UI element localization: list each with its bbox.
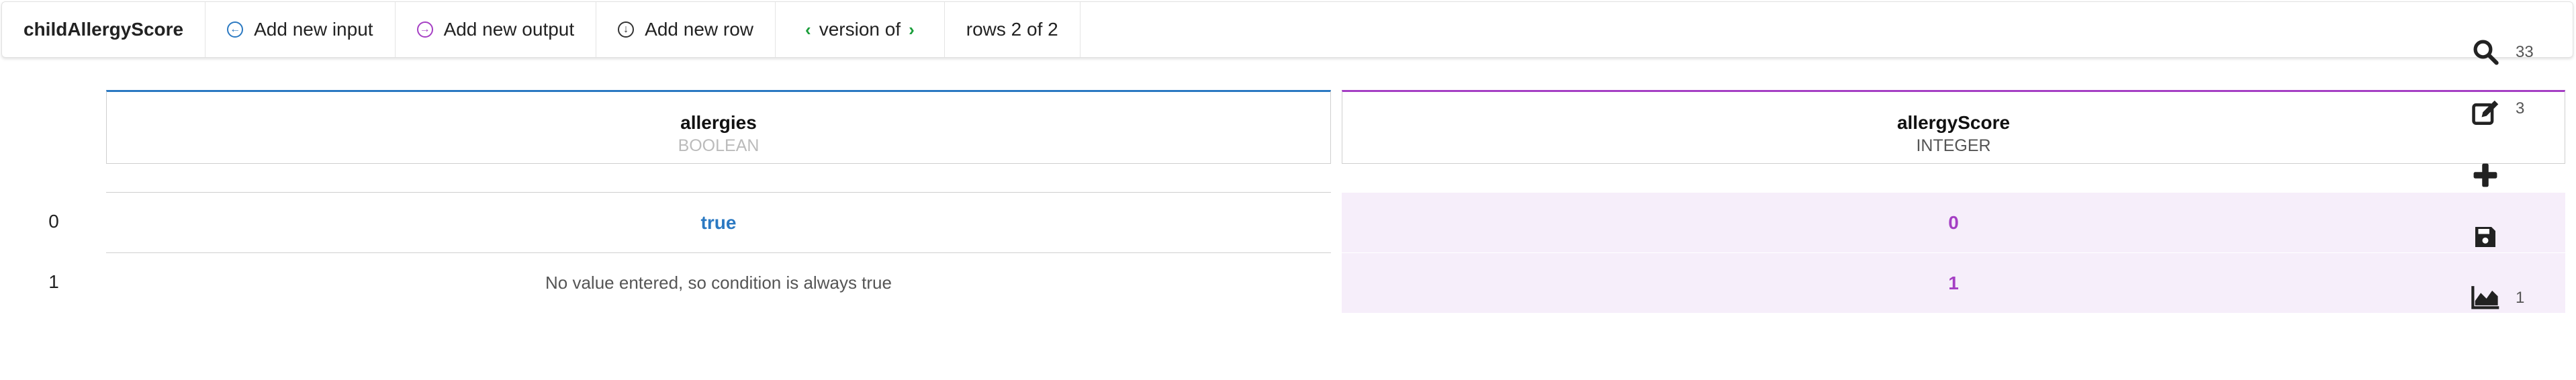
- table-cell-input[interactable]: true: [106, 192, 1331, 252]
- add-row-label: Add new row: [645, 19, 754, 40]
- chart-count: 1: [2516, 289, 2525, 307]
- output-column-header[interactable]: allergyScore INTEGER: [1342, 90, 2565, 164]
- add-row-button[interactable]: ↓ Add new row: [596, 2, 776, 57]
- version-label: version of: [819, 19, 901, 40]
- output-column-name: allergyScore: [1896, 112, 2011, 133]
- chevron-right-icon[interactable]: ›: [909, 19, 915, 40]
- add-output-button[interactable]: → Add new output: [396, 2, 597, 57]
- save-icon[interactable]: [2469, 220, 2502, 254]
- plus-icon[interactable]: [2469, 158, 2502, 192]
- edit-count: 3: [2516, 99, 2525, 117]
- edit-icon[interactable]: [2469, 97, 2502, 130]
- arrow-right-circle-icon: →: [416, 21, 433, 38]
- add-input-label: Add new input: [254, 19, 373, 40]
- area-chart-icon[interactable]: [2469, 281, 2502, 314]
- add-output-label: Add new output: [443, 19, 575, 40]
- search-icon[interactable]: [2469, 35, 2502, 68]
- input-column-type: BOOLEAN: [678, 136, 760, 155]
- input-column-name: allergies: [680, 112, 757, 133]
- table-cell-output[interactable]: 0: [1342, 192, 2565, 252]
- search-count: 33: [2516, 43, 2534, 61]
- table-title: childAllergyScore: [2, 2, 206, 57]
- arrow-left-circle-icon: ←: [227, 21, 244, 38]
- input-column-header[interactable]: allergies BOOLEAN: [106, 90, 1331, 164]
- row-count: rows 2 of 2: [945, 2, 1080, 57]
- table-cell-input[interactable]: No value entered, so condition is always…: [106, 252, 1331, 313]
- add-input-button[interactable]: ← Add new input: [205, 2, 396, 57]
- chevron-left-icon[interactable]: ‹: [805, 19, 811, 40]
- decision-table-toolbar: childAllergyScore ← Add new input → Add …: [1, 1, 2573, 58]
- arrow-down-circle-icon: ↓: [618, 21, 635, 38]
- row-index: 0: [48, 211, 59, 232]
- version-selector[interactable]: ‹ version of ›: [776, 2, 945, 57]
- output-column-type: INTEGER: [1916, 136, 1991, 155]
- table-cell-output[interactable]: 1: [1342, 252, 2565, 313]
- row-index: 1: [48, 271, 59, 292]
